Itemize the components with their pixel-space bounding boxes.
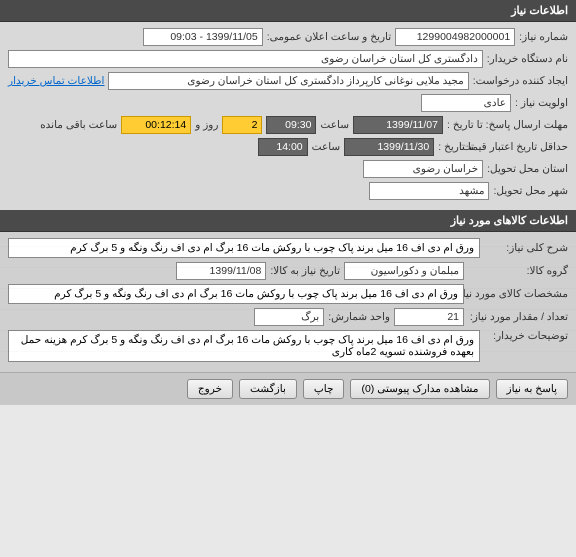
deadline-date: 1399/11/07 bbox=[353, 116, 443, 134]
qty-value: 21 bbox=[394, 308, 464, 326]
attachments-button[interactable]: مشاهده مدارک پیوستی (0) bbox=[350, 379, 489, 399]
deadline-label: مهلت ارسال پاسخ: تا تاریخ : bbox=[447, 119, 568, 131]
buyer-value: دادگستری کل استان خراسان رضوی bbox=[8, 50, 483, 68]
creator-value: مجید ملایی نوغانی کارپرداز دادگستری کل ا… bbox=[108, 72, 468, 90]
buyer-label: نام دستگاه خریدار: bbox=[487, 53, 568, 65]
creator-label: ایجاد کننده درخواست: bbox=[473, 75, 568, 87]
unit-value: برگ bbox=[254, 308, 324, 326]
need-number-value: 1299004982000001 bbox=[395, 28, 515, 46]
validity-time: 14:00 bbox=[258, 138, 308, 156]
buyer-notes-label: توضیحات خریدار: bbox=[484, 330, 568, 342]
respond-button[interactable]: پاسخ به نیاز bbox=[496, 379, 568, 399]
countdown-timer: 00:12:14 bbox=[121, 116, 191, 134]
province-label: استان محل تحویل: bbox=[487, 163, 568, 175]
group-label: گروه کالا: bbox=[468, 265, 568, 277]
exit-button[interactable]: خروج bbox=[187, 379, 233, 399]
desc-value: ورق ام دی اف 16 میل برند پاک چوب با روکش… bbox=[8, 238, 480, 258]
validity-label: حداقل تاریخ اعتبار قیمت: bbox=[478, 141, 568, 153]
validity-until-label: تا تاریخ : bbox=[438, 141, 474, 153]
spec-label: مشخصات کالای مورد نیاز: bbox=[468, 288, 568, 300]
contact-link[interactable]: اطلاعات تماس خریدار bbox=[8, 75, 104, 87]
validity-time-label: ساعت bbox=[312, 141, 341, 153]
section-header-goods-info: اطلاعات کالاهای مورد نیاز bbox=[0, 210, 576, 232]
province-value: خراسان رضوی bbox=[363, 160, 483, 178]
qty-label: تعداد / مقدار مورد نیاز: bbox=[468, 311, 568, 323]
days-remaining: 2 bbox=[222, 116, 262, 134]
need-number-label: شماره نیاز: bbox=[519, 31, 568, 43]
remaining-label: ساعت باقی مانده bbox=[40, 119, 117, 131]
priority-value: عادی bbox=[421, 94, 511, 112]
goods-date-label: تاریخ نیاز به کالا: bbox=[270, 265, 340, 277]
city-label: شهر محل تحویل: bbox=[493, 185, 568, 197]
print-button[interactable]: چاپ bbox=[303, 379, 345, 399]
goods-info-panel: شرح کلی نیاز: ورق ام دی اف 16 میل برند پ… bbox=[0, 232, 576, 372]
back-button[interactable]: بازگشت bbox=[239, 379, 297, 399]
priority-label: اولویت نیاز : bbox=[515, 97, 568, 109]
announce-value: 1399/11/05 - 09:03 bbox=[143, 28, 263, 46]
deadline-time-label: ساعت bbox=[320, 119, 349, 131]
button-bar: پاسخ به نیاز مشاهده مدارک پیوستی (0) چاپ… bbox=[0, 372, 576, 405]
unit-label: واحد شمارش: bbox=[328, 311, 390, 323]
goods-date-value: 1399/11/08 bbox=[176, 262, 266, 280]
city-value: مشهد bbox=[369, 182, 489, 200]
desc-label: شرح کلی نیاز: bbox=[484, 242, 568, 254]
validity-date: 1399/11/30 bbox=[344, 138, 434, 156]
need-info-panel: شماره نیاز: 1299004982000001 تاریخ و ساع… bbox=[0, 22, 576, 210]
buyer-notes-value: ورق ام دی اف 16 میل برند پاک چوب با روکش… bbox=[8, 330, 480, 362]
announce-label: تاریخ و ساعت اعلان عمومی: bbox=[267, 31, 391, 43]
days-label: روز و bbox=[195, 119, 218, 131]
group-value: مبلمان و دکوراسیون bbox=[344, 262, 464, 280]
deadline-time: 09:30 bbox=[266, 116, 316, 134]
spec-value: ورق ام دی اف 16 میل برند پاک چوب با روکش… bbox=[8, 284, 464, 304]
section-header-need-info: اطلاعات نیاز bbox=[0, 0, 576, 22]
